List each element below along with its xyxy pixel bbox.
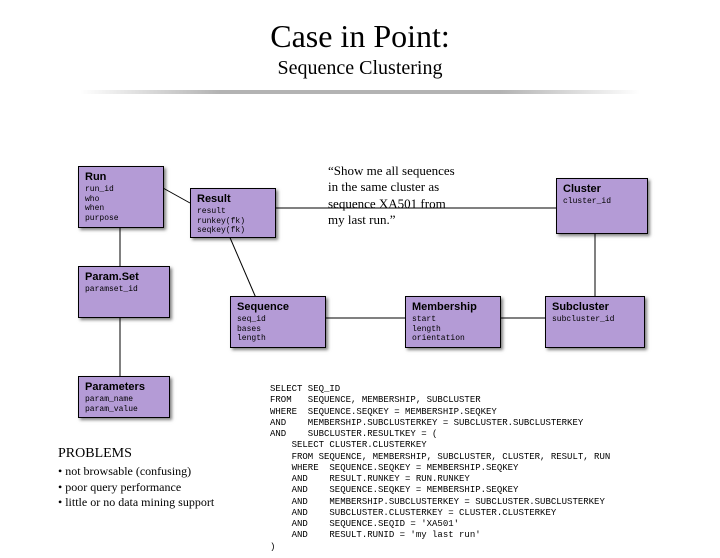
entity-cluster: Cluster cluster_id: [556, 178, 648, 234]
entity-sequence: Sequence seq_id bases length: [230, 296, 326, 348]
entity-result-fields: result runkey(fk) seqkey(fk): [197, 207, 269, 236]
problems-heading: PROBLEMS: [58, 446, 132, 462]
problems-item-1: • not browsable (confusing): [58, 464, 214, 480]
entity-paramset-title: Param.Set: [85, 271, 163, 283]
entity-subcluster: Subcluster subcluster_id: [545, 296, 645, 348]
query-quote: “Show me all sequences in the same clust…: [328, 163, 498, 228]
problems-item-2: • poor query performance: [58, 480, 214, 496]
entity-cluster-title: Cluster: [563, 183, 641, 195]
entity-result-title: Result: [197, 193, 269, 205]
entity-paramset: Param.Set paramset_id: [78, 266, 170, 318]
entity-sequence-title: Sequence: [237, 301, 319, 313]
title-divider: [80, 90, 640, 94]
page-subtitle: Sequence Clustering: [0, 57, 720, 80]
entity-paramset-fields: paramset_id: [85, 285, 163, 295]
entity-cluster-fields: cluster_id: [563, 197, 641, 207]
entity-parameters: Parameters param_name param_value: [78, 376, 170, 418]
entity-membership-fields: start length orientation: [412, 315, 494, 344]
problems-item-3: • little or no data mining support: [58, 495, 214, 511]
entity-membership-title: Membership: [412, 301, 494, 313]
entity-parameters-fields: param_name param_value: [85, 395, 163, 414]
entity-run-title: Run: [85, 171, 157, 183]
entity-subcluster-title: Subcluster: [552, 301, 638, 313]
problems-list: • not browsable (confusing) • poor query…: [58, 464, 214, 511]
entity-membership: Membership start length orientation: [405, 296, 501, 348]
entity-result: Result result runkey(fk) seqkey(fk): [190, 188, 276, 238]
entity-run-fields: run_id who when purpose: [85, 185, 157, 223]
entity-subcluster-fields: subcluster_id: [552, 315, 638, 325]
page-title: Case in Point:: [0, 18, 720, 55]
entity-sequence-fields: seq_id bases length: [237, 315, 319, 344]
entity-parameters-title: Parameters: [85, 381, 163, 393]
entity-run: Run run_id who when purpose: [78, 166, 164, 228]
sql-block: SELECT SEQ_ID FROM SEQUENCE, MEMBERSHIP,…: [270, 384, 610, 553]
